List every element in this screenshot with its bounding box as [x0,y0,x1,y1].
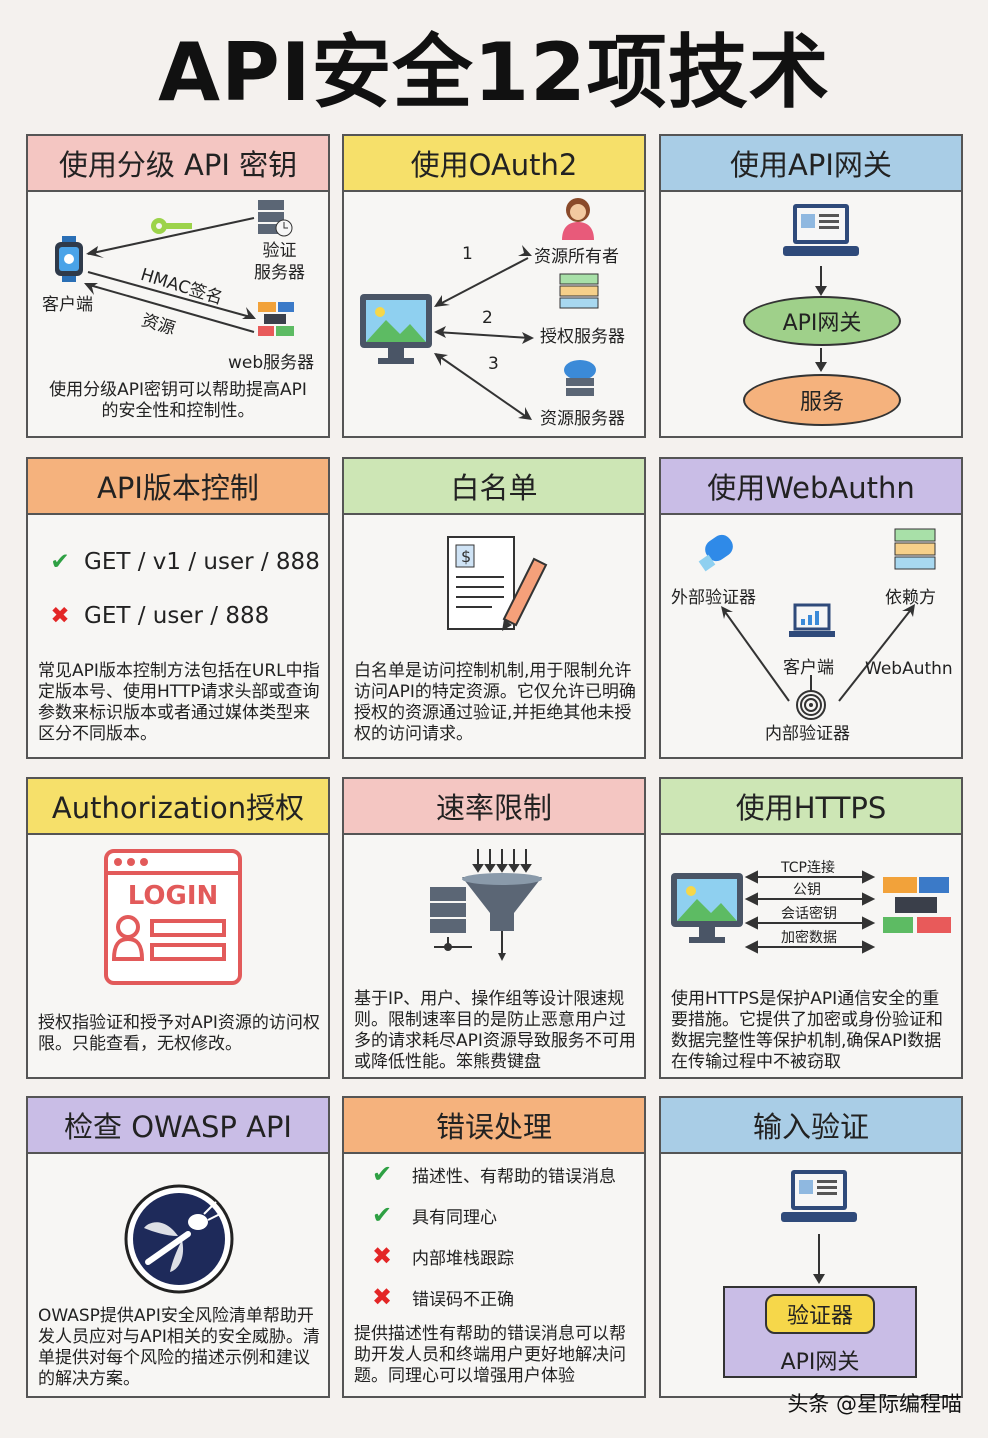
good-version-row: ✔ GET / v1 / user / 888 [46,549,320,575]
card-authorization: Authorization授权 LOGIN 授权指验证和授予对API资源的访问权… [26,777,330,1079]
flow-arrows [815,266,827,372]
person-icon [562,198,594,240]
cross-icon: ✖ [371,1283,393,1311]
card-header: 使用OAuth2 [344,136,644,192]
owasp-wasp-icon [124,1184,234,1294]
public-key-label: 公钥 [793,882,821,898]
card-header: 使用HTTPS [661,779,961,835]
error-item-text: 描述性、有帮助的错误消息 [412,1166,616,1187]
card-description: 基于IP、用户、操作组等设计限速规则。限制速率目的是防止恶意用户过多的请求耗尽A… [354,989,636,1072]
page-title: API安全12项技术 [158,26,830,119]
card-input-validation: 输入验证 验证器 API网关 [659,1096,963,1398]
card-whitelist: 白名单 $ 白名单是访问控制机制,用于限制允许访问API的特定资源。它仅允许已明… [342,457,646,759]
svg-text:$: $ [461,547,471,566]
error-item-bad: ✖ 内部堆栈跟踪 [368,1242,514,1270]
resource-server-label: 资源服务器 [540,409,625,429]
session-key-label: 会话密钥 [781,906,837,922]
card-header: 使用分级 API 密钥 [28,136,328,192]
good-version-text: GET / v1 / user / 888 [84,549,320,575]
error-item-good: ✔ 具有同理心 [368,1201,497,1229]
server-stack-icon [883,877,951,933]
gateway-label: API网关 [780,1350,860,1375]
card-owasp: 检查 OWASP API OWASP提供API安全风险清单帮助开发人员应对与AP… [26,1096,330,1398]
card-header: Authorization授权 [28,779,328,835]
internal-authenticator-label: 内部验证器 [765,724,850,744]
tcp-label: TCP连接 [781,860,835,876]
card-api-gateway: 使用API网关 API网关 服务 [659,134,963,438]
card-description: 常见API版本控制方法包括在URL中指定版本号、使用HTTP请求头部或查询参数来… [38,661,320,744]
login-window-icon [104,849,242,985]
card-webauthn: 使用WebAuthn 外部验证器 依赖方 客户端 WebAuthn 内部验证器 [659,457,963,759]
error-item-good: ✔ 描述性、有帮助的错误消息 [368,1160,616,1188]
server-icon [559,273,599,309]
validator-badge: 验证器 [765,1294,875,1334]
card-header: 检查 OWASP API [28,1098,328,1154]
card-header: 使用API网关 [661,136,961,192]
check-icon: ✔ [50,549,70,575]
cross-icon: ✖ [50,603,70,629]
step-3: 3 [488,354,499,374]
card-description: 授权指验证和授予对API资源的访问权限。只能查看，无权修改。 [38,1013,320,1054]
error-item-bad: ✖ 错误码不正确 [368,1283,514,1311]
card-api-versioning: API版本控制 ✔ GET / v1 / user / 888 ✖ GET / us… [26,457,330,759]
card-header: 输入验证 [661,1098,961,1154]
server-stack-icon [258,302,294,336]
card-error-handling: 错误处理 ✔ 描述性、有帮助的错误消息 ✔ 具有同理心 ✖ 内部堆栈跟踪 ✖ 错误码不正… [342,1096,646,1398]
cloud-server-icon [564,360,596,396]
bad-version-row: ✖ GET / user / 888 [46,603,269,629]
card-header: 白名单 [344,459,644,515]
card-description: 白名单是访问控制机制,用于限制允许访问API的特定资源。它仅允许已明确授权的资源… [354,661,636,744]
webauthn-label: WebAuthn [865,659,953,679]
card-description: OWASP提供API安全风险清单帮助开发人员应对与API相关的安全威胁。清单提供… [38,1306,320,1389]
fingerprint-icon [796,690,826,720]
card-header: API版本控制 [28,459,328,515]
card-rate-limiting: 速率限制 基于IP、用户、操作组等设计限速规则。限制速率目的是防止恶意用户过多的… [342,777,646,1079]
flow-arrow [813,1234,825,1284]
step-2: 2 [482,308,493,328]
step-1: 1 [462,244,473,264]
watermark: 头条 @星际编程喵 [787,1392,962,1416]
auth-server-label: 授权服务器 [540,327,625,347]
encrypted-data-label: 加密数据 [781,930,837,946]
error-item-text: 具有同理心 [412,1207,497,1228]
card-oauth2: 使用OAuth2 1 2 3 资源所有者 授权服务器 资源服务器 [342,134,646,438]
card-description: 使用分级API密钥可以帮助提高API的安全性和控制性。 [49,380,307,421]
error-item-text: 错误码不正确 [412,1289,514,1310]
resource-owner-label: 资源所有者 [534,247,619,267]
login-text: LOGIN [127,881,219,911]
card-header: 速率限制 [344,779,644,835]
check-icon: ✔ [371,1201,393,1229]
card-header: 使用WebAuthn [661,459,961,515]
card-description: 使用HTTPS是保护API通信安全的重要措施。它提供了加密或身份验证和数据完整性… [671,989,943,1072]
document-pen-icon: $ [447,536,548,631]
cross-icon: ✖ [371,1242,393,1270]
web-server-label: web服务器 [228,353,315,373]
funnel-server-icon [430,849,542,961]
service-cloud: 服务 [743,374,901,426]
bad-version-text: GET / user / 888 [84,603,270,629]
gateway-cloud: API网关 [743,296,901,346]
card-description: 提供描述性有帮助的错误消息可以帮助开发人员和终端用户更好地解决问题。同理心可以增… [354,1324,626,1386]
card-https: 使用HTTPS TCP连接 公钥 会话密钥 加密数据 使用HTTPS是保护API… [659,777,963,1079]
check-icon: ✔ [371,1160,393,1188]
card-header: 错误处理 [344,1098,644,1154]
error-item-text: 内部堆栈跟踪 [412,1248,514,1269]
card-tiered-api-keys: 使用分级 API 密钥 客户端 验证 服务器 HMAC签名 资源 web服务器 … [26,134,330,438]
